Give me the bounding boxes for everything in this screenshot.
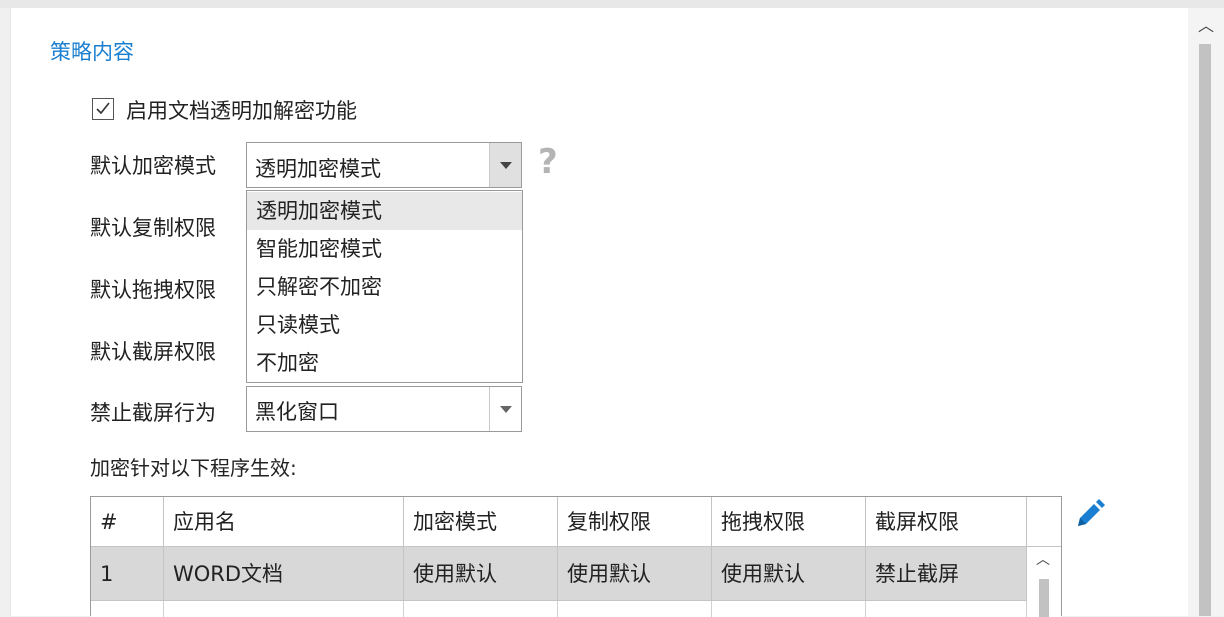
table-cell: 使用默认 [558, 547, 712, 601]
table-cell: 1 [91, 547, 164, 601]
table-cell-empty [558, 601, 712, 617]
column-header[interactable]: 应用名 [164, 497, 404, 547]
table-cell: 禁止截屏 [866, 547, 1027, 601]
table-cell-empty [404, 601, 558, 617]
chevron-up-icon[interactable]: ︿ [1195, 14, 1217, 38]
enable-encryption-checkbox[interactable] [92, 98, 114, 120]
table-cell: WORD文档 [164, 547, 404, 601]
column-header[interactable]: 拖拽权限 [712, 497, 866, 547]
forbid-screenshot-select[interactable]: 黑化窗口 [246, 386, 522, 432]
dropdown-option[interactable]: 只读模式 [247, 306, 522, 344]
column-header[interactable]: # [91, 497, 164, 547]
dropdown-button[interactable] [489, 387, 521, 431]
dropdown-button[interactable] [489, 143, 521, 187]
table-scroll-thumb[interactable] [1039, 579, 1049, 617]
table-cell-empty [91, 601, 164, 617]
enable-encryption-label[interactable]: 启用文档透明加解密功能 [126, 95, 357, 125]
pencil-edit-icon[interactable] [1074, 498, 1106, 530]
default-copy-label: 默认复制权限 [90, 216, 216, 240]
programs-label: 加密针对以下程序生效: [90, 456, 297, 480]
chevron-up-icon[interactable]: ︿ [1036, 549, 1050, 569]
default-drag-label: 默认拖拽权限 [90, 278, 216, 302]
default-screenshot-label: 默认截屏权限 [90, 340, 216, 364]
window-top-strip [0, 0, 1224, 8]
chevron-down-icon [500, 162, 512, 169]
forbid-screenshot-value: 黑化窗口 [255, 400, 339, 424]
default-encrypt-mode-select[interactable]: 透明加密模式 [246, 142, 522, 188]
table-cell-empty [712, 601, 866, 617]
program-table: # 应用名 加密模式 复制权限 拖拽权限 截屏权限 1 WORD文档 使用默认 … [90, 496, 1062, 617]
table-cell: 使用默认 [404, 547, 558, 601]
encrypt-mode-dropdown-list: 透明加密模式 智能加密模式 只解密不加密 只读模式 不加密 [246, 190, 523, 383]
column-header[interactable]: 加密模式 [404, 497, 558, 547]
checkmark-icon [96, 102, 110, 115]
help-question-icon[interactable]: ? [538, 144, 558, 180]
default-encrypt-mode-label: 默认加密模式 [90, 154, 216, 178]
section-title: 策略内容 [50, 40, 134, 64]
dropdown-option[interactable]: 透明加密模式 [247, 192, 522, 230]
table-cell: 使用默认 [712, 547, 866, 601]
column-header[interactable]: 截屏权限 [866, 497, 1027, 547]
page-scroll-thumb[interactable] [1199, 44, 1211, 616]
dropdown-option[interactable]: 只解密不加密 [247, 268, 522, 306]
chevron-down-icon [500, 406, 512, 413]
table-cell-empty [866, 601, 1027, 617]
column-header[interactable]: 复制权限 [558, 497, 712, 547]
forbid-screenshot-label: 禁止截屏行为 [90, 401, 216, 425]
table-cell-empty [164, 601, 404, 617]
dropdown-option[interactable]: 不加密 [247, 344, 522, 382]
dropdown-option[interactable]: 智能加密模式 [247, 230, 522, 268]
default-encrypt-mode-value: 透明加密模式 [255, 157, 381, 181]
